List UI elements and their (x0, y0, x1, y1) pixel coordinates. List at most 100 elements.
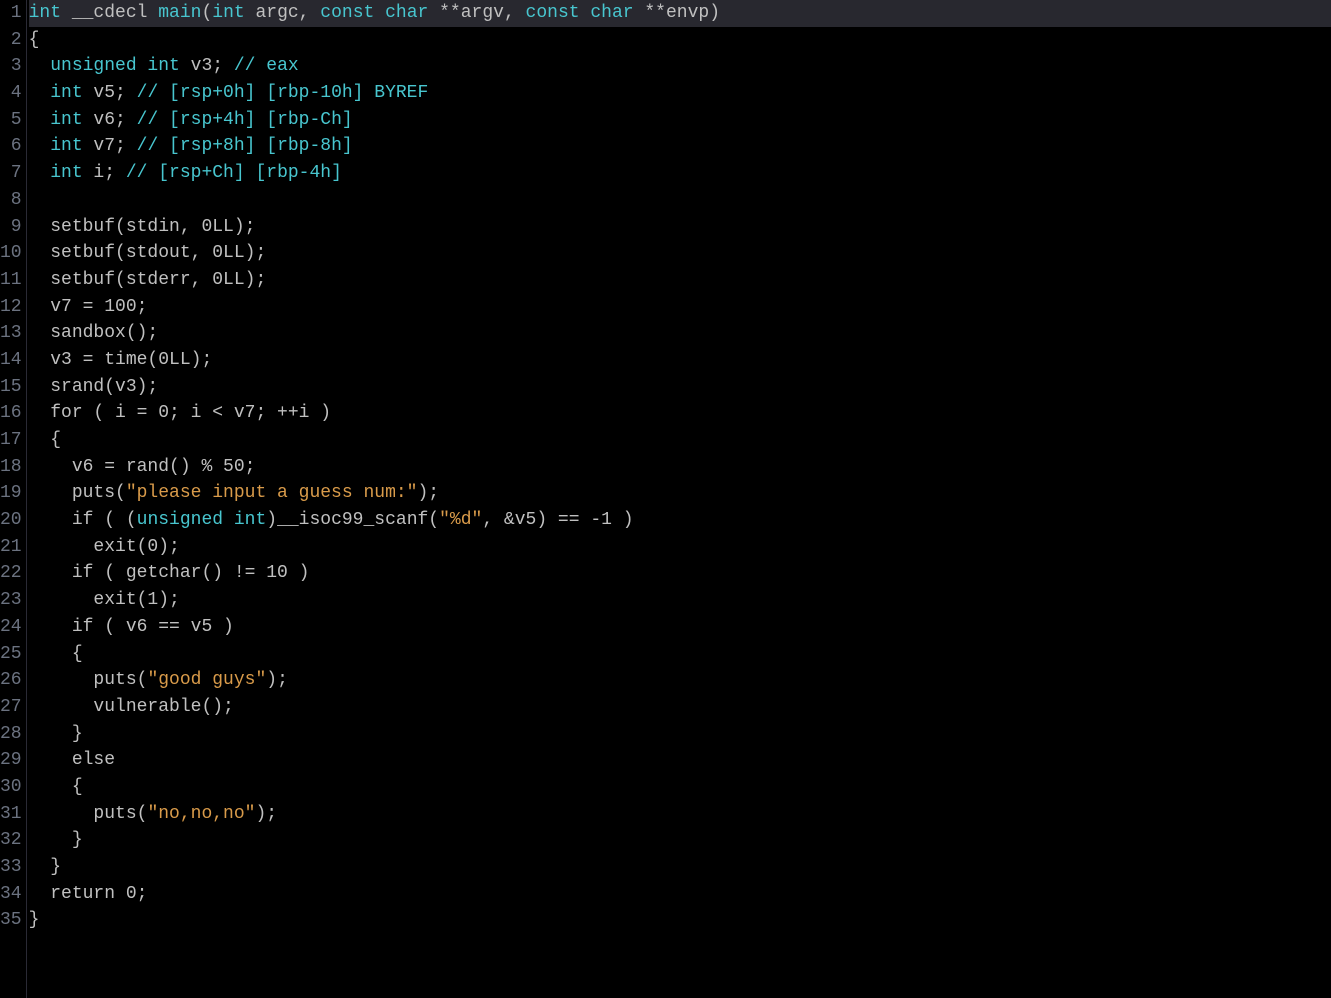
code-line[interactable]: v6 = rand() % 50; (29, 454, 1331, 481)
code-line[interactable]: for ( i = 0; i < v7; ++i ) (29, 400, 1331, 427)
code-line[interactable]: int v5; // [rsp+0h] [rbp-10h] BYREF (29, 80, 1331, 107)
token-id: ); (266, 670, 288, 690)
token-type: int (50, 163, 82, 183)
code-line[interactable]: setbuf(stdin, 0LL); (29, 214, 1331, 241)
code-line[interactable]: puts("good guys"); (29, 667, 1331, 694)
code-line[interactable]: else (29, 747, 1331, 774)
code-line[interactable]: puts("please input a guess num:"); (29, 480, 1331, 507)
code-line[interactable]: v3 = time(0LL); (29, 347, 1331, 374)
code-line[interactable]: if ( v6 == v5 ) (29, 614, 1331, 641)
token-id: exit(0); (29, 537, 180, 557)
line-number: 29 (0, 747, 22, 774)
code-line[interactable]: } (29, 907, 1331, 934)
line-number: 23 (0, 587, 22, 614)
line-number: 9 (0, 214, 22, 241)
token-id: } (29, 724, 83, 744)
line-number: 16 (0, 400, 22, 427)
line-number: 26 (0, 667, 22, 694)
code-line[interactable]: unsigned int v3; // eax (29, 53, 1331, 80)
line-number: 7 (0, 160, 22, 187)
line-number: 22 (0, 560, 22, 587)
token-id: argc, (245, 3, 321, 23)
token-id: v6 = rand() % 50; (29, 457, 256, 477)
line-number: 24 (0, 614, 22, 641)
line-number: 35 (0, 907, 22, 934)
token-id: **envp) (634, 3, 720, 23)
token-id: setbuf(stderr, 0LL); (29, 270, 267, 290)
code-line[interactable]: v7 = 100; (29, 294, 1331, 321)
token-id: { (29, 644, 83, 664)
token-id: v5; (83, 83, 137, 103)
token-id: if ( v6 == v5 ) (29, 617, 234, 637)
code-line[interactable] (29, 187, 1331, 214)
line-number: 25 (0, 641, 22, 668)
line-number: 11 (0, 267, 22, 294)
token-cmt: // eax (234, 56, 299, 76)
code-line[interactable]: int i; // [rsp+Ch] [rbp-4h] (29, 160, 1331, 187)
token-id: for ( i = 0; i < v7; ++i ) (29, 403, 331, 423)
code-line[interactable]: { (29, 641, 1331, 668)
line-number: 5 (0, 107, 22, 134)
line-number: 8 (0, 187, 22, 214)
line-number: 1 (0, 0, 22, 27)
code-line[interactable]: setbuf(stdout, 0LL); (29, 240, 1331, 267)
token-id: v3 = time(0LL); (29, 350, 213, 370)
token-id: } (29, 857, 61, 877)
line-number: 14 (0, 347, 22, 374)
token-type: int (50, 83, 82, 103)
line-number: 30 (0, 774, 22, 801)
code-area[interactable]: int __cdecl main(int argc, const char **… (27, 0, 1331, 998)
code-line[interactable]: int v6; // [rsp+4h] [rbp-Ch] (29, 107, 1331, 134)
line-number: 33 (0, 854, 22, 881)
token-str: "%d" (439, 510, 482, 530)
token-type: const char (526, 3, 634, 23)
line-number: 19 (0, 480, 22, 507)
token-id: __cdecl (61, 3, 158, 23)
code-line[interactable]: { (29, 27, 1331, 54)
token-id: if ( ( (29, 510, 137, 530)
token-cmt: // [rsp+0h] [rbp-10h] BYREF (137, 83, 429, 103)
code-line[interactable]: { (29, 427, 1331, 454)
code-line[interactable]: setbuf(stderr, 0LL); (29, 267, 1331, 294)
token-cmt: // [rsp+4h] [rbp-Ch] (137, 110, 353, 130)
token-id: else (29, 750, 115, 770)
line-number: 2 (0, 27, 22, 54)
token-id: setbuf(stdin, 0LL); (29, 217, 256, 237)
token-id: srand(v3); (29, 377, 159, 397)
code-line[interactable]: return 0; (29, 881, 1331, 908)
line-number: 32 (0, 827, 22, 854)
line-number: 3 (0, 53, 22, 80)
line-number: 4 (0, 80, 22, 107)
code-line[interactable]: } (29, 721, 1331, 748)
token-id: puts( (29, 483, 126, 503)
line-number: 21 (0, 534, 22, 561)
code-line[interactable]: puts("no,no,no"); (29, 801, 1331, 828)
token-id (29, 83, 51, 103)
token-id: puts( (29, 804, 148, 824)
code-line[interactable]: if ( getchar() != 10 ) (29, 560, 1331, 587)
code-line[interactable]: } (29, 827, 1331, 854)
token-id: v7; (83, 136, 137, 156)
token-type: main (158, 3, 201, 23)
token-id: } (29, 830, 83, 850)
code-editor: 1234567891011121314151617181920212223242… (0, 0, 1331, 998)
code-line[interactable]: } (29, 854, 1331, 881)
code-line[interactable]: exit(1); (29, 587, 1331, 614)
code-line[interactable]: srand(v3); (29, 374, 1331, 401)
line-number: 31 (0, 801, 22, 828)
token-id: , &v5) == -1 ) (482, 510, 633, 530)
code-line[interactable]: vulnerable(); (29, 694, 1331, 721)
token-id: if ( getchar() != 10 ) (29, 563, 310, 583)
token-id: vulnerable(); (29, 697, 234, 717)
token-type: unsigned int (137, 510, 267, 530)
code-line[interactable]: int __cdecl main(int argc, const char **… (29, 0, 1331, 27)
code-line[interactable]: sandbox(); (29, 320, 1331, 347)
code-line[interactable]: if ( (unsigned int)__isoc99_scanf("%d", … (29, 507, 1331, 534)
token-type: int (29, 3, 61, 23)
code-line[interactable]: int v7; // [rsp+8h] [rbp-8h] (29, 133, 1331, 160)
code-line[interactable]: { (29, 774, 1331, 801)
line-number: 13 (0, 320, 22, 347)
token-id: i; (83, 163, 126, 183)
code-line[interactable]: exit(0); (29, 534, 1331, 561)
line-number: 34 (0, 881, 22, 908)
